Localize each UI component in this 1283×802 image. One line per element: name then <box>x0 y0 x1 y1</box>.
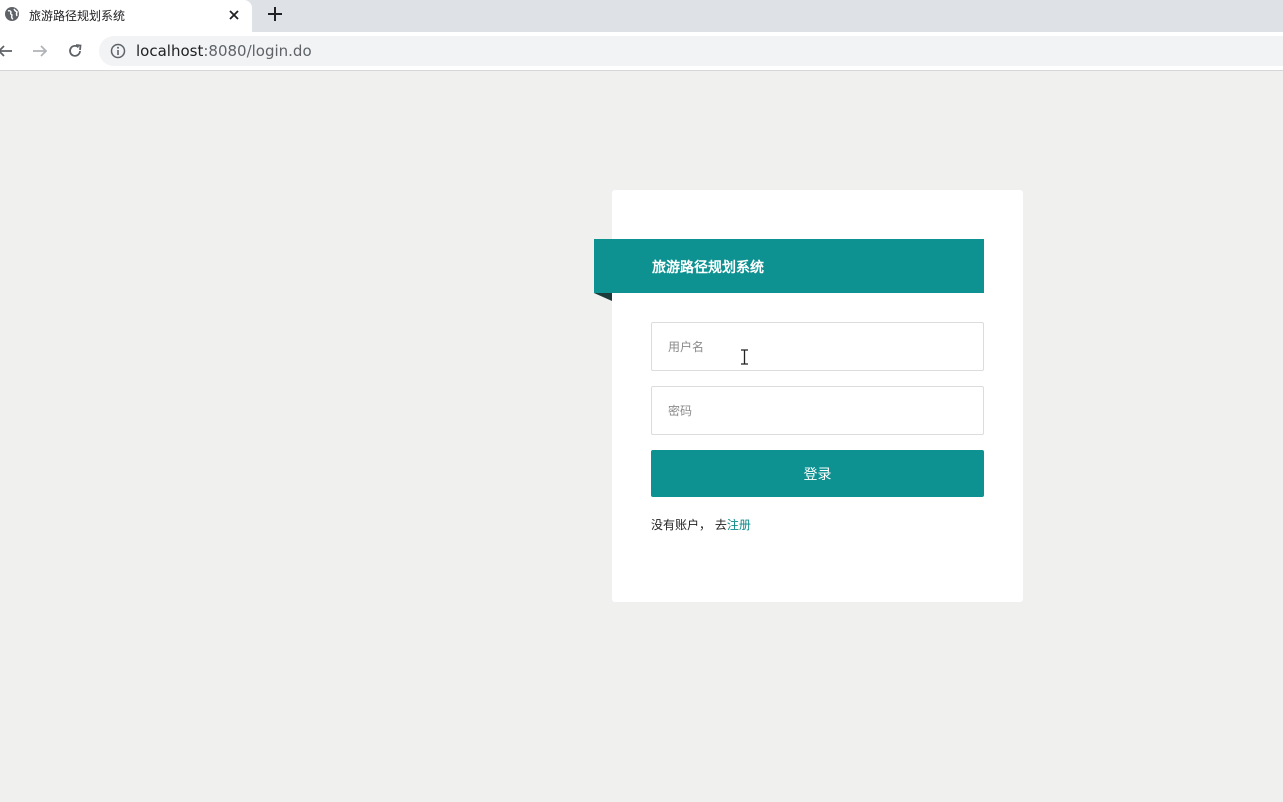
browser-tab[interactable]: 旅游路径规划系统 <box>0 0 252 32</box>
no-account-text: 没有账户， 去 <box>651 518 727 532</box>
url-text[interactable]: localhost:8080/login.do <box>136 42 312 60</box>
username-input[interactable] <box>651 322 984 371</box>
login-button[interactable]: 登录 <box>651 450 984 497</box>
register-link[interactable]: 注册 <box>727 518 751 532</box>
tab-title: 旅游路径规划系统 <box>29 9 126 23</box>
text-cursor-icon <box>741 349 748 365</box>
banner-fold-decoration <box>594 293 612 301</box>
reload-icon[interactable] <box>66 42 84 60</box>
tab-strip: 旅游路径规划系统 <box>0 0 1283 32</box>
plus-icon[interactable] <box>266 5 284 23</box>
info-icon[interactable] <box>110 43 126 59</box>
register-prompt: 没有账户， 去注册 <box>651 516 751 533</box>
login-banner: 旅游路径规划系统 <box>594 239 984 293</box>
page-title: 旅游路径规划系统 <box>652 260 764 276</box>
url-host: localhost <box>136 42 204 60</box>
page-viewport: 旅游路径规划系统 登录 没有账户， 去注册 <box>0 72 1283 802</box>
arrow-right-icon[interactable] <box>31 42 49 60</box>
globe-icon <box>5 7 19 21</box>
password-input[interactable] <box>651 386 984 435</box>
browser-toolbar: localhost:8080/login.do <box>0 32 1283 71</box>
close-icon[interactable] <box>226 7 242 23</box>
address-bar[interactable]: localhost:8080/login.do <box>99 36 1283 66</box>
arrow-left-icon[interactable] <box>0 42 14 60</box>
url-path: :8080/login.do <box>203 42 312 60</box>
